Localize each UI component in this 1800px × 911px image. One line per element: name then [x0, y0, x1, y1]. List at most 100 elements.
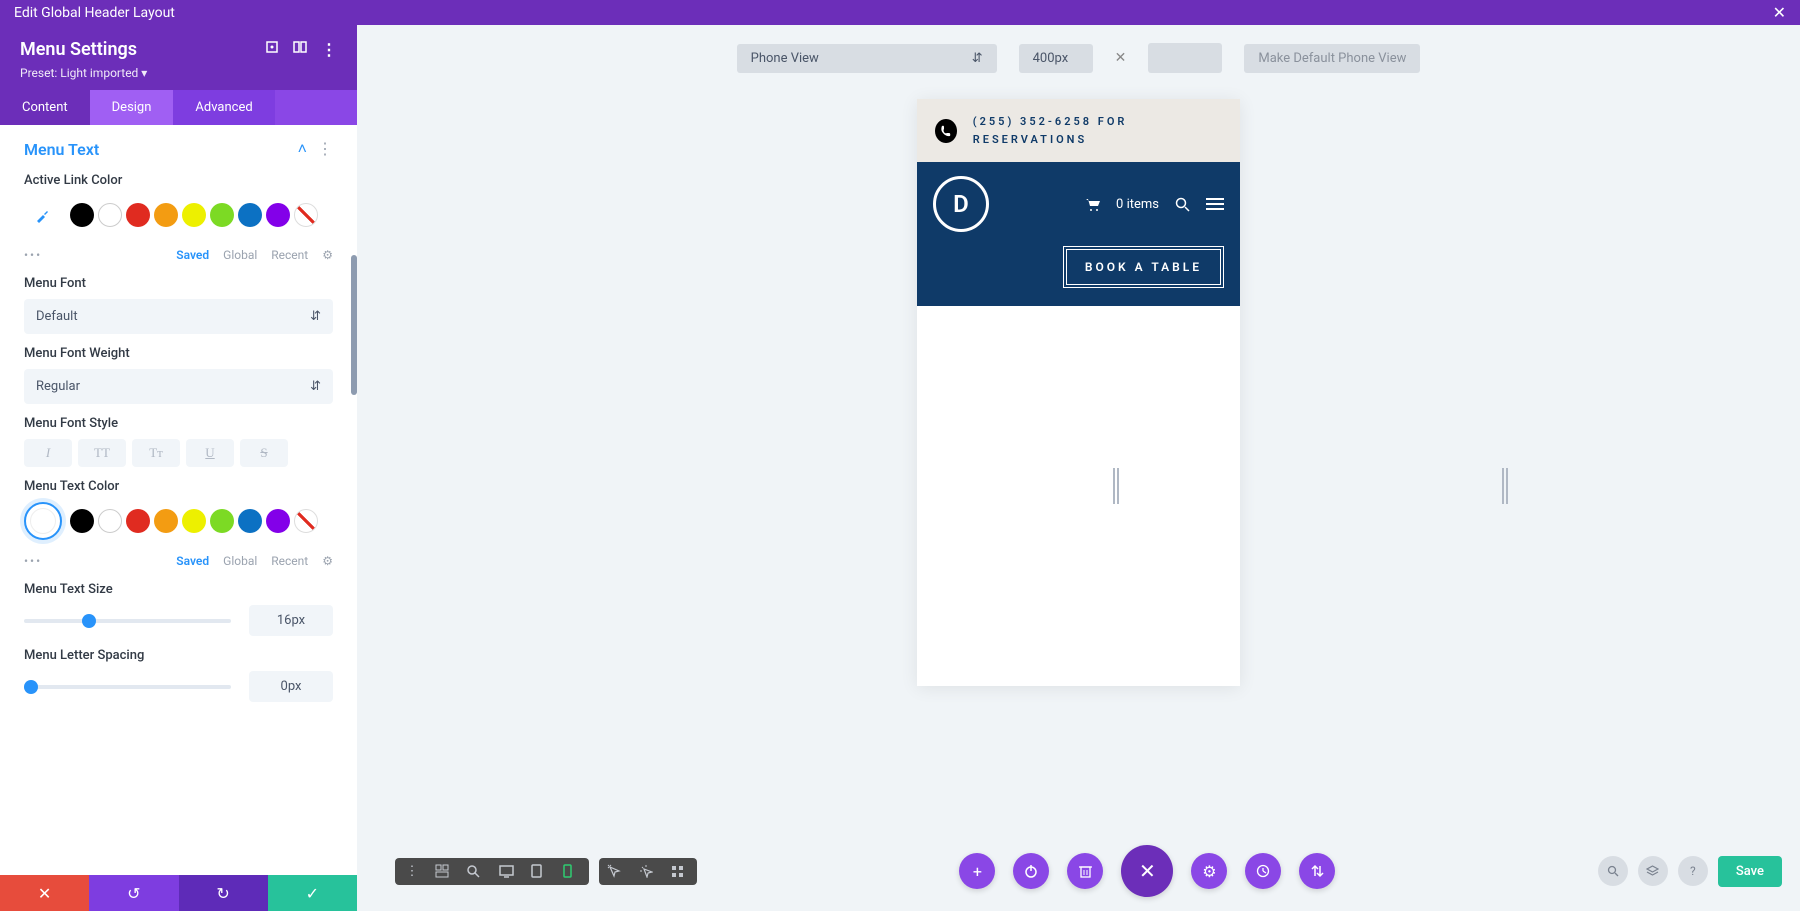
- active-link-color-swatches: [24, 196, 333, 234]
- color-tab-recent[interactable]: Recent: [271, 248, 308, 262]
- more-colors-icon[interactable]: •••: [24, 554, 42, 568]
- color-tab-saved[interactable]: Saved: [176, 248, 209, 262]
- wireframe-icon[interactable]: [435, 864, 453, 878]
- swatch-blue[interactable]: [238, 509, 262, 533]
- tablet-icon[interactable]: [531, 864, 549, 878]
- color-settings-icon[interactable]: ⚙: [322, 554, 333, 568]
- menu-font-label: Menu Font: [24, 276, 333, 291]
- close-main-button[interactable]: ✕: [1121, 845, 1173, 897]
- swatch-red[interactable]: [126, 203, 150, 227]
- swatch-black[interactable]: [70, 203, 94, 227]
- toolbar-more-icon[interactable]: ⋮: [403, 864, 421, 879]
- color-settings-icon[interactable]: ⚙: [322, 248, 333, 262]
- settings-sidebar: Menu Settings ⋮ Preset: Light imported ▾…: [0, 25, 357, 911]
- page-title: Edit Global Header Layout: [14, 5, 175, 21]
- swatch-blue[interactable]: [238, 203, 262, 227]
- tab-content[interactable]: Content: [0, 90, 90, 125]
- active-link-color-label: Active Link Color: [24, 173, 333, 188]
- style-italic[interactable]: I: [24, 439, 72, 467]
- mobile-icon[interactable]: [563, 864, 581, 878]
- cart-text[interactable]: 0 items: [1116, 197, 1159, 212]
- clear-width-icon[interactable]: ✕: [1115, 50, 1127, 66]
- menu-font-select[interactable]: Default⇵: [24, 299, 333, 334]
- menu-text-color-swatches: [24, 502, 333, 540]
- click-icon[interactable]: [639, 864, 657, 878]
- swatch-white[interactable]: [98, 509, 122, 533]
- swatch-green[interactable]: [210, 203, 234, 227]
- settings-button[interactable]: ⚙: [1191, 853, 1227, 889]
- trash-button[interactable]: [1067, 853, 1103, 889]
- search-icon[interactable]: [1175, 197, 1190, 212]
- find-button[interactable]: [1598, 856, 1628, 886]
- tab-design[interactable]: Design: [90, 90, 174, 125]
- swatch-yellow[interactable]: [182, 203, 206, 227]
- swatch-green[interactable]: [210, 509, 234, 533]
- tab-advanced[interactable]: Advanced: [173, 90, 274, 125]
- section-more-icon[interactable]: ⋮: [317, 139, 333, 159]
- swatch-none[interactable]: [294, 203, 318, 227]
- color-tab-global[interactable]: Global: [223, 248, 257, 262]
- sidebar-title: Menu Settings: [20, 39, 137, 60]
- swatch-purple[interactable]: [266, 203, 290, 227]
- history-button[interactable]: [1245, 853, 1281, 889]
- close-icon[interactable]: ✕: [1773, 3, 1786, 22]
- letter-spacing-slider[interactable]: [24, 685, 231, 689]
- collapse-icon[interactable]: ˄: [298, 139, 307, 159]
- eyedropper-icon[interactable]: [24, 196, 62, 234]
- save-button[interactable]: Save: [1718, 856, 1782, 887]
- current-color-ring[interactable]: [24, 502, 62, 540]
- zoom-icon[interactable]: [467, 865, 485, 878]
- confirm-button[interactable]: ✓: [268, 875, 357, 911]
- view-mode-select[interactable]: Phone View⇵: [737, 44, 997, 73]
- cart-icon[interactable]: [1085, 198, 1100, 211]
- settings-tabs: Content Design Advanced: [0, 90, 357, 125]
- color-tab-saved[interactable]: Saved: [176, 554, 209, 568]
- height-input[interactable]: [1148, 43, 1222, 73]
- swatch-red[interactable]: [126, 509, 150, 533]
- add-button[interactable]: +: [959, 853, 995, 889]
- help-button[interactable]: ?: [1678, 856, 1708, 886]
- text-size-slider[interactable]: [24, 619, 231, 623]
- color-tab-global[interactable]: Global: [223, 554, 257, 568]
- hover-icon[interactable]: [607, 864, 625, 878]
- color-tab-recent[interactable]: Recent: [271, 554, 308, 568]
- style-underline[interactable]: U: [186, 439, 234, 467]
- view-toolbar: ⋮: [395, 858, 589, 885]
- cancel-button[interactable]: ✕: [0, 875, 89, 911]
- redo-button[interactable]: ↻: [179, 875, 268, 911]
- more-icon[interactable]: ⋮: [321, 40, 337, 59]
- columns-icon[interactable]: [293, 40, 307, 59]
- swatch-black[interactable]: [70, 509, 94, 533]
- swatch-white[interactable]: [98, 203, 122, 227]
- section-title[interactable]: Menu Text: [24, 140, 99, 159]
- swatch-orange[interactable]: [154, 509, 178, 533]
- power-button[interactable]: [1013, 853, 1049, 889]
- hamburger-icon[interactable]: [1206, 197, 1224, 211]
- resize-handle-right[interactable]: [1502, 468, 1508, 504]
- width-input[interactable]: 400px: [1019, 44, 1093, 73]
- desktop-icon[interactable]: [499, 865, 517, 878]
- menu-font-style-label: Menu Font Style: [24, 416, 333, 431]
- resize-handle-left[interactable]: [1113, 468, 1119, 504]
- letter-spacing-value[interactable]: 0px: [249, 671, 333, 702]
- swatch-orange[interactable]: [154, 203, 178, 227]
- swatch-none[interactable]: [294, 509, 318, 533]
- undo-button[interactable]: ↺: [89, 875, 178, 911]
- style-strike[interactable]: S: [240, 439, 288, 467]
- preset-label[interactable]: Preset: Light imported ▾: [20, 66, 337, 80]
- grid-icon[interactable]: [671, 865, 689, 878]
- menu-font-weight-select[interactable]: Regular⇵: [24, 369, 333, 404]
- logo[interactable]: D: [933, 176, 989, 232]
- style-uppercase[interactable]: TT: [78, 439, 126, 467]
- more-colors-icon[interactable]: •••: [24, 248, 42, 262]
- expand-icon[interactable]: [265, 40, 279, 59]
- style-smallcaps[interactable]: Tᴛ: [132, 439, 180, 467]
- swatch-yellow[interactable]: [182, 509, 206, 533]
- book-table-button[interactable]: BOOK A TABLE: [1063, 246, 1224, 288]
- menu-text-size-label: Menu Text Size: [24, 582, 333, 597]
- make-default-button[interactable]: Make Default Phone View: [1244, 44, 1420, 73]
- sort-button[interactable]: [1299, 853, 1335, 889]
- swatch-purple[interactable]: [266, 509, 290, 533]
- layers-button[interactable]: [1638, 856, 1668, 886]
- text-size-value[interactable]: 16px: [249, 605, 333, 636]
